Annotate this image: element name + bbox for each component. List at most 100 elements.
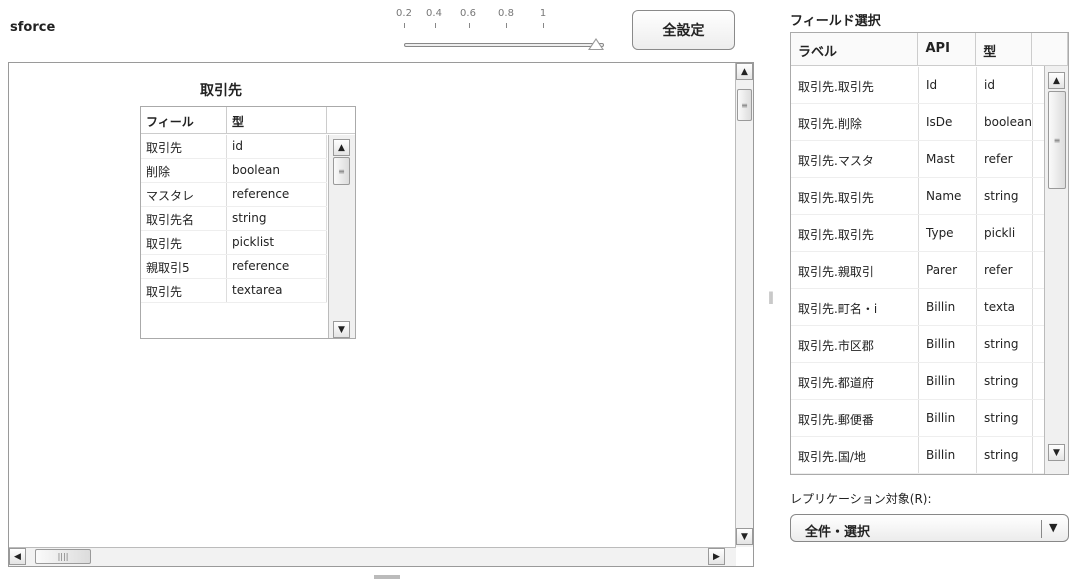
- entity-row[interactable]: マスタレ reference: [141, 183, 327, 207]
- entity-row[interactable]: 取引先 id: [141, 135, 327, 159]
- grip-icon[interactable]: ≡: [737, 89, 752, 121]
- table-row[interactable]: 取引先.町名・i Billin texta: [791, 289, 1047, 326]
- row-type: string: [977, 437, 1033, 473]
- entity-column-type: 型: [227, 107, 327, 133]
- row-label: 取引先.親取引: [791, 252, 919, 288]
- table-row[interactable]: 取引先.取引先 Name string: [791, 178, 1047, 215]
- row-type: string: [977, 178, 1033, 214]
- entity-field: 取引先: [141, 279, 227, 302]
- down-arrow-icon[interactable]: ▼: [333, 321, 350, 338]
- zoom-track[interactable]: [404, 43, 604, 47]
- left-arrow-icon[interactable]: ◀: [9, 548, 26, 565]
- row-label: 取引先.取引先: [791, 67, 919, 103]
- entity-header: フィール 型: [141, 107, 355, 134]
- row-type: refer: [977, 252, 1033, 288]
- right-arrow-icon[interactable]: ▶: [708, 548, 725, 565]
- up-arrow-icon[interactable]: ▲: [333, 139, 350, 156]
- entity-type: textarea: [227, 279, 327, 302]
- row-type: boolean: [977, 104, 1033, 140]
- entity-row[interactable]: 取引先 picklist: [141, 231, 327, 255]
- row-api: Mast: [919, 141, 977, 177]
- row-label: 取引先.マスタ: [791, 141, 919, 177]
- select-divider: [1041, 520, 1042, 538]
- row-api: IsDe: [919, 104, 977, 140]
- replication-select[interactable]: 全件・選択 ▼: [790, 514, 1069, 542]
- row-label: 取引先.郵便番: [791, 400, 919, 436]
- table-row[interactable]: 取引先.取引先 Type pickli: [791, 215, 1047, 252]
- canvas-horizontal-scrollbar[interactable]: ◀ |||| ▶: [9, 547, 736, 566]
- entity-field: 削除: [141, 159, 227, 182]
- down-arrow-icon[interactable]: ▼: [1048, 444, 1065, 461]
- row-type: refer: [977, 141, 1033, 177]
- entity-type: reference: [227, 255, 327, 278]
- diagram-canvas[interactable]: ▲ ≡ ▼ ◀ |||| ▶: [8, 62, 754, 567]
- entity-row[interactable]: 親取引5 reference: [141, 255, 327, 279]
- zoom-tick-label: 1: [539, 8, 547, 19]
- down-arrow-icon[interactable]: ▼: [736, 528, 753, 545]
- up-arrow-icon[interactable]: ▲: [1048, 72, 1065, 89]
- entity-box[interactable]: フィール 型 取引先 id 削除 boolean マスタレ reference 取引先…: [140, 106, 356, 339]
- entity-type: boolean: [227, 159, 327, 182]
- select-all-button[interactable]: 全設定: [632, 10, 735, 50]
- column-type[interactable]: 型: [976, 33, 1033, 65]
- app-window: sforce 0.2 0.4 0.6 0.8 1 全設定 ▲ ≡ ▼ ◀ |||…: [0, 0, 1069, 584]
- table-row[interactable]: 取引先.郵便番 Billin string: [791, 400, 1047, 437]
- dropdown-icon[interactable]: ▼: [1049, 521, 1057, 534]
- entity-row[interactable]: 取引先 textarea: [141, 279, 327, 303]
- entity-field: 取引先: [141, 231, 227, 254]
- entity-title: 取引先: [200, 83, 242, 99]
- table-row[interactable]: 取引先.取引先 Id id: [791, 67, 1047, 104]
- row-api: Billin: [919, 326, 977, 362]
- field-grid-rows: 取引先.取引先 Id id 取引先.削除 IsDe boolean 取引先.マスタ Mas…: [791, 67, 1047, 474]
- zoom-slider[interactable]: 0.2 0.4 0.6 0.8 1: [388, 6, 618, 50]
- table-row[interactable]: 取引先.市区郡 Billin string: [791, 326, 1047, 363]
- entity-field: 取引先: [141, 135, 227, 158]
- zoom-tick-label: 0.8: [498, 8, 514, 19]
- entity-field: 取引先名: [141, 207, 227, 230]
- table-row[interactable]: 取引先.マスタ Mast refer: [791, 141, 1047, 178]
- field-grid[interactable]: ラベル API 型 取引先.取引先 Id id 取引先.削除 IsDe boolean …: [790, 32, 1069, 475]
- row-api: Billin: [919, 437, 977, 473]
- table-row[interactable]: 取引先.削除 IsDe boolean: [791, 104, 1047, 141]
- row-label: 取引先.取引先: [791, 215, 919, 251]
- row-label: 取引先.国/地: [791, 437, 919, 473]
- row-type: id: [977, 67, 1033, 103]
- horizontal-splitter[interactable]: [374, 575, 400, 579]
- grip-icon[interactable]: ≡: [1048, 91, 1066, 189]
- replication-label: レプリケーション対象(R):: [790, 492, 932, 506]
- entity-row[interactable]: 削除 boolean: [141, 159, 327, 183]
- vertical-splitter[interactable]: ‖: [768, 290, 774, 304]
- zoom-tick-label: 0.2: [396, 8, 412, 19]
- row-api: Type: [919, 215, 977, 251]
- row-api: Billin: [919, 363, 977, 399]
- row-label: 取引先.町名・i: [791, 289, 919, 325]
- zoom-tickmark: [469, 23, 470, 28]
- zoom-tick-label: 0.4: [426, 8, 442, 19]
- zoom-thumb[interactable]: [588, 38, 604, 50]
- app-title: sforce: [10, 20, 56, 35]
- entity-scrollbar[interactable]: ▲ ≡ ▼: [328, 135, 355, 338]
- column-api[interactable]: API: [918, 33, 977, 65]
- entity-column-field: フィール: [141, 107, 227, 133]
- table-row[interactable]: 取引先.都道府 Billin string: [791, 363, 1047, 400]
- replication-selected-value: 全件・選択: [805, 525, 871, 540]
- row-label: 取引先.削除: [791, 104, 919, 140]
- entity-type: picklist: [227, 231, 327, 254]
- field-grid-scrollbar[interactable]: ▲ ≡ ▼: [1044, 66, 1068, 474]
- table-row[interactable]: 取引先.親取引 Parer refer: [791, 252, 1047, 289]
- row-api: Billin: [919, 400, 977, 436]
- column-label[interactable]: ラベル: [791, 33, 919, 65]
- row-api: Id: [919, 67, 977, 103]
- grip-icon[interactable]: ≡: [333, 157, 350, 185]
- row-type: string: [977, 400, 1033, 436]
- up-arrow-icon[interactable]: ▲: [736, 63, 753, 80]
- canvas-vertical-scrollbar[interactable]: ▲ ≡ ▼: [735, 63, 753, 547]
- grip-icon[interactable]: ||||: [35, 549, 91, 564]
- table-row[interactable]: 取引先.国/地 Billin string: [791, 437, 1047, 474]
- zoom-tickmark: [506, 23, 507, 28]
- entity-rows: 取引先 id 削除 boolean マスタレ reference 取引先名 string…: [141, 135, 327, 303]
- row-api: Parer: [919, 252, 977, 288]
- field-grid-header: ラベル API 型: [791, 33, 1068, 66]
- row-label: 取引先.市区郡: [791, 326, 919, 362]
- entity-row[interactable]: 取引先名 string: [141, 207, 327, 231]
